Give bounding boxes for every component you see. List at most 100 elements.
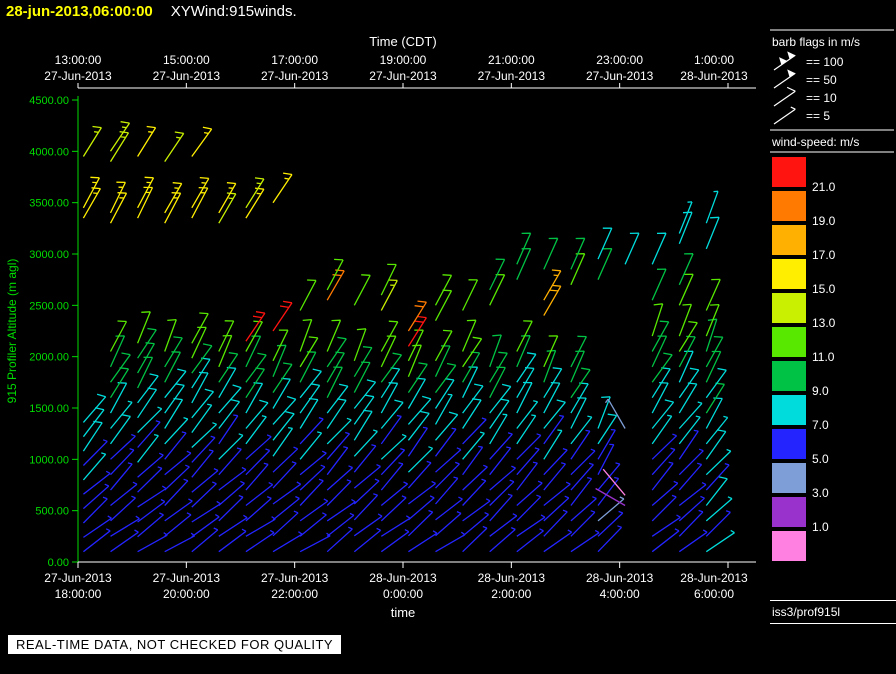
wind-barb xyxy=(462,498,491,522)
wind-barb xyxy=(82,439,108,466)
wind-barb xyxy=(218,480,245,506)
wind-barb xyxy=(353,379,377,409)
colorbar-title: wind-speed: m/s xyxy=(771,135,859,149)
wind-barb xyxy=(570,397,587,429)
wind-barb xyxy=(705,216,720,250)
barb-legend-value: == 100 xyxy=(806,55,844,69)
barb-legend-value: == 5 xyxy=(806,109,830,123)
wind-barb xyxy=(705,462,730,491)
colorbar-label: 5.0 xyxy=(812,452,829,466)
wind-barb xyxy=(516,352,537,383)
wind-barb xyxy=(245,462,269,491)
bottom-axis-title: time xyxy=(391,605,416,620)
wind-barb xyxy=(380,352,403,383)
bottom-tick-time: 2:00:00 xyxy=(491,587,531,601)
wind-barb xyxy=(164,351,181,383)
wind-barb xyxy=(353,478,380,505)
wind-barb xyxy=(462,366,479,398)
wind-barb xyxy=(434,289,453,322)
wind-barb xyxy=(516,247,532,280)
wind-barb xyxy=(299,318,313,352)
wind-barb xyxy=(164,318,177,352)
flag-100-icon xyxy=(787,51,796,60)
wind-barb xyxy=(462,336,483,368)
bottom-tick-time: 6:00:00 xyxy=(694,587,734,601)
wind-barb xyxy=(489,446,512,476)
wind-barb xyxy=(353,527,382,553)
wind-barb xyxy=(110,447,135,476)
wind-barb xyxy=(218,447,242,476)
wind-barb xyxy=(678,367,700,399)
top-tick-date: 27-Jun-2013 xyxy=(478,69,546,83)
wind-barb xyxy=(543,381,561,414)
wind-barb xyxy=(462,279,479,311)
top-tick-time: 15:00:00 xyxy=(163,53,210,67)
wind-barb xyxy=(489,493,513,522)
colorbar-label: 17.0 xyxy=(812,248,836,262)
wind-barb xyxy=(299,512,327,537)
wind-barb xyxy=(191,481,217,508)
wind-barb xyxy=(272,495,300,521)
wind-barb xyxy=(407,377,426,409)
colorbar-label: 9.0 xyxy=(812,384,829,398)
wind-barb xyxy=(407,362,428,393)
wind-barb xyxy=(380,335,397,368)
colorbar: wind-speed: m/s 21.0 19.0 17.0 15.0 13.0 11.0 9… xyxy=(770,135,894,561)
wind-barb xyxy=(109,400,133,429)
wind-barb xyxy=(218,494,244,522)
wind-barb xyxy=(380,382,399,414)
bottom-tick-time: 20:00:00 xyxy=(163,587,210,601)
colorbar-swatch xyxy=(772,259,806,289)
wind-barb xyxy=(380,414,402,445)
wind-barb xyxy=(164,131,185,162)
wind-barb xyxy=(272,510,299,537)
wind-barb xyxy=(435,511,462,537)
wind-barb xyxy=(272,531,303,553)
wind-barb xyxy=(136,311,151,344)
wind-barb xyxy=(651,399,675,429)
colorbar-label: 13.0 xyxy=(812,316,836,330)
wind-barb xyxy=(435,461,460,489)
wind-barb xyxy=(651,381,669,414)
wind-barb xyxy=(137,387,158,419)
bottom-tick-date: 27-Jun-2013 xyxy=(261,571,329,585)
wind-barb xyxy=(678,350,694,383)
station-id-label: iss3/prof915l xyxy=(770,600,896,624)
wind-barb xyxy=(516,381,533,414)
colorbar-label: 11.0 xyxy=(812,350,835,364)
bottom-tick-date: 28-Jun-2013 xyxy=(478,571,546,585)
wind-barb xyxy=(543,284,562,316)
wind-barb xyxy=(705,350,722,383)
bottom-tick-date: 28-Jun-2013 xyxy=(369,571,437,585)
colorbar-swatch xyxy=(772,497,806,527)
colorbar-swatch xyxy=(772,463,806,493)
colorbar-label: 15.0 xyxy=(812,282,836,296)
top-tick-date: 27-Jun-2013 xyxy=(261,69,329,83)
quality-notice: REAL-TIME DATA, NOT CHECKED FOR QUALITY xyxy=(8,635,342,654)
wind-barb xyxy=(353,346,373,378)
wind-barb xyxy=(516,335,531,368)
colorbar-label: 21.0 xyxy=(812,180,836,194)
wind-barb xyxy=(651,447,676,476)
wind-barb xyxy=(678,382,698,414)
wind-barb xyxy=(435,476,459,505)
wind-barb xyxy=(137,498,166,523)
wind-barb xyxy=(109,414,131,445)
wind-barb xyxy=(164,368,187,399)
wind-barb xyxy=(678,462,703,491)
wind-barb xyxy=(705,510,731,537)
wind-barb xyxy=(597,510,624,537)
wind-barb xyxy=(218,384,242,414)
wind-barb xyxy=(570,529,600,553)
wind-barb xyxy=(570,415,593,445)
wind-barb xyxy=(164,431,187,460)
wind-barb xyxy=(597,525,623,553)
wind-barb xyxy=(164,464,190,491)
wind-barb xyxy=(434,393,453,425)
wind-barb xyxy=(543,414,565,445)
y-tick-label: 1500.00 xyxy=(29,403,69,415)
top-tick-time: 13:00:00 xyxy=(55,53,102,67)
wind-barb xyxy=(624,232,640,265)
top-tick-time: 19:00:00 xyxy=(380,53,427,67)
wind-barb xyxy=(272,300,293,332)
